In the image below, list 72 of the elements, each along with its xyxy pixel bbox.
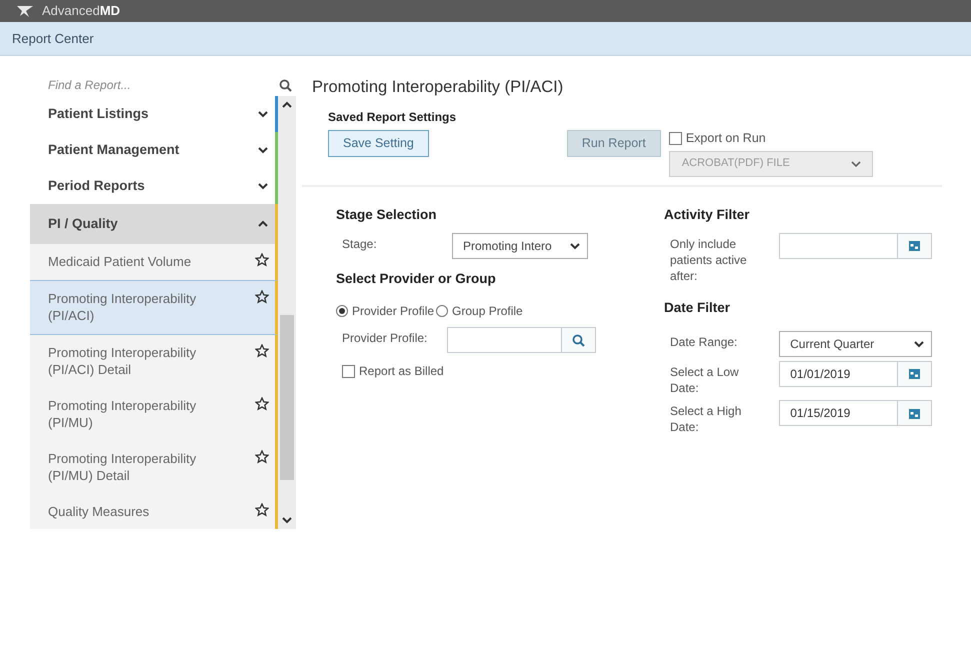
report-item[interactable]: Promoting Interoperability (PI/MU) Detail bbox=[30, 440, 278, 494]
chevron-down-icon bbox=[569, 240, 581, 251]
calendar-icon bbox=[908, 367, 921, 380]
calendar-button[interactable] bbox=[897, 362, 931, 386]
checkbox-label: Report as Billed bbox=[359, 363, 444, 380]
scroll-down-icon[interactable] bbox=[281, 515, 293, 526]
star-icon[interactable] bbox=[255, 344, 269, 358]
checkbox[interactable] bbox=[342, 364, 355, 378]
category-label: Patient Listings bbox=[48, 104, 149, 123]
scrollbar[interactable] bbox=[278, 96, 296, 530]
search-icon[interactable] bbox=[279, 78, 292, 92]
field-label: Stage: bbox=[341, 236, 378, 252]
search-icon bbox=[572, 334, 585, 347]
section-heading: Saved Report Settings bbox=[328, 108, 458, 126]
report-category[interactable]: PI / Quality bbox=[30, 204, 278, 244]
date-range-dropdown[interactable]: Current Quarter bbox=[779, 330, 932, 357]
section-heading: Select Provider or Group bbox=[336, 270, 497, 288]
report-item[interactable]: Promoting Interoperability (PI/ACI) bbox=[30, 280, 278, 335]
calendar-icon bbox=[908, 406, 921, 420]
chevron-down-icon bbox=[913, 338, 925, 349]
brand-logo: AdvancedMD bbox=[42, 2, 120, 20]
section-heading: Activity Filter bbox=[664, 206, 751, 224]
calendar-icon bbox=[908, 239, 921, 252]
radio-button[interactable] bbox=[436, 305, 448, 318]
field-label: Only include patients active after: bbox=[669, 236, 748, 284]
radio-label: Group Profile bbox=[452, 303, 523, 320]
chevron-down-icon bbox=[257, 145, 269, 155]
date-field[interactable]: 01/15/2019 bbox=[779, 400, 932, 426]
report-item[interactable]: Promoting Interoperability (PI/ACI) Detail bbox=[30, 334, 278, 388]
category-label: PI / Quality bbox=[48, 214, 118, 233]
star-icon[interactable] bbox=[255, 450, 269, 464]
calendar-button[interactable] bbox=[897, 401, 931, 426]
star-icon[interactable] bbox=[255, 502, 269, 517]
search-button[interactable] bbox=[561, 328, 595, 352]
report-label: Promoting Interoperability (PI/MU) bbox=[48, 396, 198, 432]
chevron-down-icon bbox=[257, 109, 269, 119]
checkbox[interactable] bbox=[668, 132, 682, 145]
field-label: Select a Low Date: bbox=[669, 364, 740, 396]
date-field[interactable] bbox=[779, 232, 932, 259]
report-item[interactable]: Quality Measures bbox=[30, 494, 278, 530]
stage-dropdown[interactable]: Promoting Intero bbox=[452, 232, 588, 259]
report-label: Quality Measures bbox=[48, 502, 150, 520]
section-heading: Date Filter bbox=[664, 299, 732, 318]
field-label: Date Range: bbox=[669, 334, 738, 350]
report-label: Promoting Interoperability (PI/ACI) Detail bbox=[48, 344, 198, 379]
scroll-up-icon[interactable] bbox=[281, 100, 293, 110]
page-header-title: Report Center bbox=[12, 30, 94, 48]
chevron-down-icon bbox=[257, 181, 269, 191]
report-item[interactable]: Medicaid Patient Volume bbox=[30, 244, 278, 280]
provider-profile-field[interactable] bbox=[447, 327, 596, 354]
logo-icon bbox=[16, 4, 34, 18]
radio-label: Provider Profile bbox=[352, 303, 434, 320]
report-label: Medicaid Patient Volume bbox=[48, 253, 192, 271]
calendar-button[interactable] bbox=[897, 234, 931, 258]
star-icon[interactable] bbox=[255, 396, 269, 411]
category-label: Patient Management bbox=[48, 140, 180, 159]
category-label: Period Reports bbox=[48, 176, 145, 195]
section-heading: Stage Selection bbox=[336, 206, 438, 224]
radio-button[interactable] bbox=[336, 305, 348, 318]
field-label: Provider Profile: bbox=[341, 330, 428, 347]
report-item[interactable]: Promoting Interoperability (PI/MU) bbox=[30, 388, 278, 441]
chevron-up-icon bbox=[257, 219, 269, 229]
report-label: Promoting Interoperability (PI/MU) Detail bbox=[48, 450, 198, 485]
star-icon[interactable] bbox=[255, 290, 269, 304]
field-label: Select a High Date: bbox=[669, 403, 742, 436]
save-setting-button[interactable]: Save Setting bbox=[328, 130, 429, 157]
star-icon[interactable] bbox=[255, 253, 269, 267]
chevron-down-icon bbox=[850, 158, 862, 169]
date-field[interactable]: 01/01/2019 bbox=[779, 360, 932, 387]
report-label: Promoting Interoperability (PI/ACI) bbox=[48, 290, 198, 325]
checkbox-label: Export on Run bbox=[686, 130, 766, 147]
report-title: Promoting Interoperability (PI/ACI) bbox=[312, 78, 564, 98]
